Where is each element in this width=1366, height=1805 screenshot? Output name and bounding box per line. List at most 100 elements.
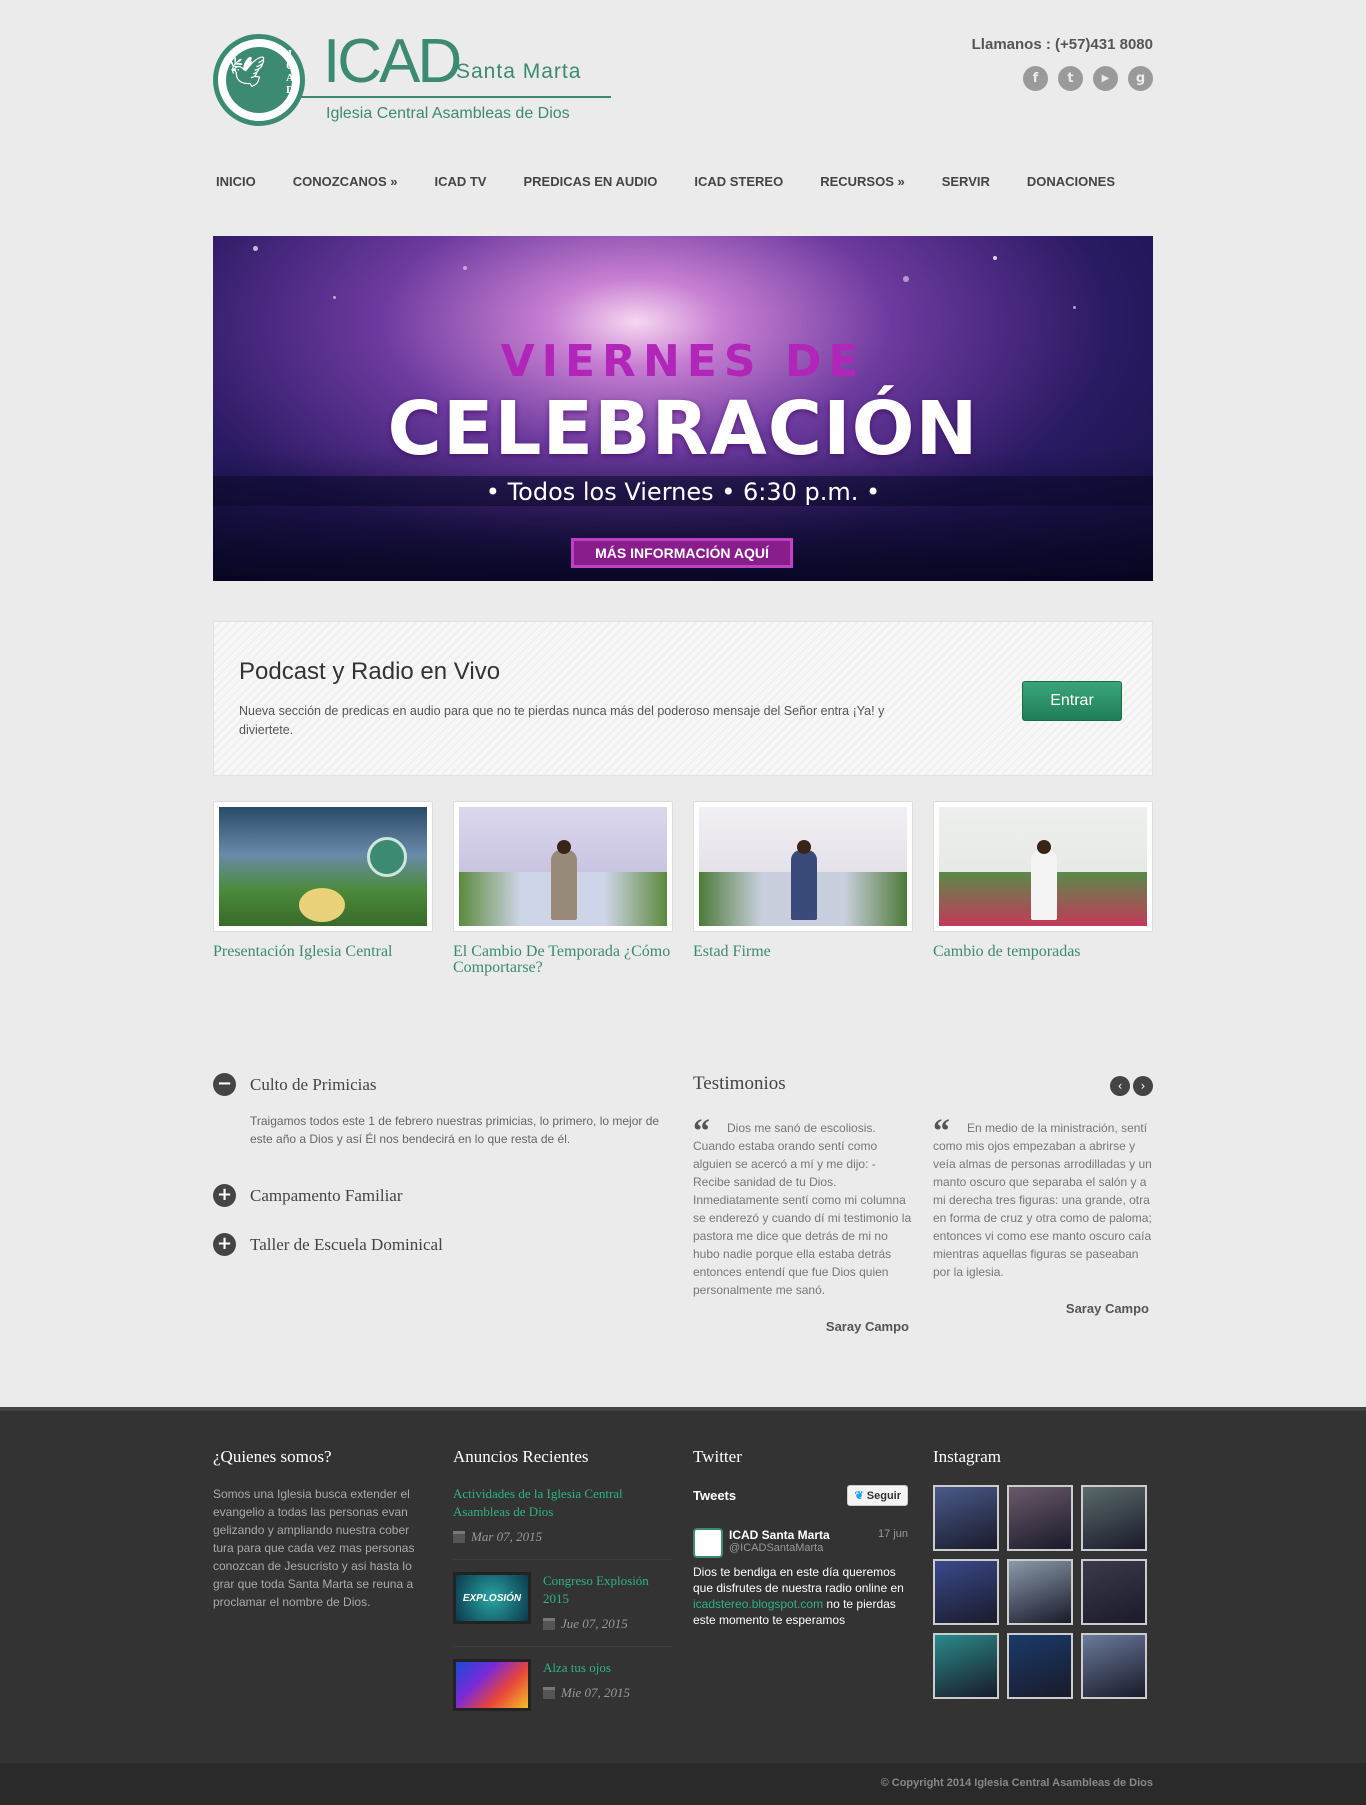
- testimonial-text: Dios me sanó de escoliosis. Cuando estab…: [693, 1121, 912, 1297]
- logo-city: Santa Marta: [456, 60, 582, 83]
- site-logo[interactable]: 🕊 ICAD ICAD Santa Marta Iglesia Central …: [213, 27, 613, 132]
- testimonial-author: Saray Campo: [1065, 1301, 1149, 1316]
- avatar[interactable]: [693, 1528, 723, 1558]
- twitter-icon[interactable]: t: [1058, 66, 1083, 91]
- nav-predicas-en-audio[interactable]: PREDICAS EN AUDIO: [523, 166, 657, 196]
- youtube-icon[interactable]: ▶: [1093, 66, 1118, 91]
- nav-donaciones[interactable]: DONACIONES: [1027, 166, 1115, 196]
- events-accordion: − Culto de Primicias Traigamos todos est…: [213, 1073, 668, 1282]
- nav-servir[interactable]: SERVIR: [942, 166, 990, 196]
- accordion-header[interactable]: + Campamento Familiar: [213, 1184, 668, 1207]
- footer-instagram: Instagram: [933, 1447, 1153, 1699]
- podcast-title: Podcast y Radio en Vivo: [239, 658, 501, 685]
- instagram-photo[interactable]: [1007, 1633, 1073, 1699]
- instagram-photo[interactable]: [1081, 1485, 1147, 1551]
- video-grid: Presentación Iglesia Central El Cambio D…: [213, 801, 1153, 976]
- announcement-thumbnail[interactable]: [453, 1659, 531, 1711]
- video-thumbnail[interactable]: [213, 801, 433, 932]
- tweet-link[interactable]: icadstereo.blogspot.com: [693, 1597, 823, 1611]
- google-plus-icon[interactable]: g: [1128, 66, 1153, 91]
- video-title[interactable]: El Cambio De Temporada ¿Cómo Comportarse…: [453, 944, 673, 976]
- tweet-text: Dios te bendiga en este día queremos que…: [693, 1565, 904, 1627]
- announcement-item[interactable]: Alza tus ojos Mie 07, 2015: [453, 1659, 673, 1725]
- logo-emblem: 🕊 ICAD: [213, 34, 305, 126]
- footer-twitter-title: Twitter: [693, 1447, 742, 1466]
- instagram-photo[interactable]: [1081, 1633, 1147, 1699]
- social-links: f t ▶ g: [1023, 66, 1153, 91]
- accordion-title[interactable]: Culto de Primicias: [250, 1075, 377, 1095]
- tweet: ICAD Santa Marta @ICADSantaMarta 17 jun: [693, 1528, 908, 1558]
- chevron-right-icon[interactable]: ›: [1133, 1076, 1153, 1096]
- chevron-left-icon[interactable]: ‹: [1110, 1076, 1130, 1096]
- nav-recursos[interactable]: RECURSOS »: [820, 166, 905, 196]
- accordion-header[interactable]: − Culto de Primicias: [213, 1073, 668, 1096]
- video-card[interactable]: El Cambio De Temporada ¿Cómo Comportarse…: [453, 801, 673, 976]
- video-card[interactable]: Cambio de temporadas: [933, 801, 1153, 976]
- nav-inicio[interactable]: INICIO: [213, 166, 256, 196]
- accordion-item: + Campamento Familiar: [213, 1184, 668, 1207]
- video-title[interactable]: Cambio de temporadas: [933, 944, 1153, 960]
- video-card[interactable]: Estad Firme: [693, 801, 913, 976]
- nav-icad-tv[interactable]: ICAD TV: [434, 166, 486, 196]
- video-title[interactable]: Estad Firme: [693, 944, 913, 960]
- announcement-item[interactable]: Actividades de la Iglesia Central Asambl…: [453, 1485, 673, 1560]
- instagram-photo[interactable]: [1007, 1559, 1073, 1625]
- testimonials-nav: ‹ ›: [1110, 1076, 1153, 1096]
- expand-icon[interactable]: +: [213, 1233, 236, 1256]
- hero-slider[interactable]: VIERNES DE CELEBRACIÓN • Todos los Viern…: [213, 236, 1153, 581]
- footer-about-text: Somos una Iglesia busca extender el evan…: [213, 1487, 415, 1609]
- slide-schedule: • Todos los Viernes • 6:30 p.m. •: [485, 478, 881, 506]
- copyright-bar: © Copyright 2014 Iglesia Central Asamble…: [0, 1763, 1366, 1805]
- logo-subtitle: Iglesia Central Asambleas de Dios: [326, 105, 570, 122]
- video-card[interactable]: Presentación Iglesia Central: [213, 801, 433, 976]
- announcement-title[interactable]: Alza tus ojos: [543, 1659, 630, 1677]
- instagram-photo[interactable]: [1007, 1485, 1073, 1551]
- copyright-text: © Copyright 2014 Iglesia Central Asamble…: [880, 1777, 1153, 1789]
- accordion-item: − Culto de Primicias Traigamos todos est…: [213, 1073, 668, 1148]
- podcast-description: Nueva sección de predicas en audio para …: [239, 704, 885, 737]
- instagram-photo[interactable]: [933, 1559, 999, 1625]
- instagram-photo[interactable]: [1081, 1559, 1147, 1625]
- twitter-follow-button[interactable]: ❦ Seguir: [847, 1485, 908, 1506]
- video-thumbnail[interactable]: [453, 801, 673, 932]
- logo-wordmark: ICAD: [323, 27, 462, 96]
- podcast-enter-button[interactable]: Entrar: [1022, 681, 1122, 721]
- video-thumbnail[interactable]: [693, 801, 913, 932]
- logo-rule: [301, 96, 611, 98]
- logo-badge-text: ICAD: [286, 48, 294, 96]
- main-nav: INICIO CONOZCANOS » ICAD TV PREDICAS EN …: [213, 166, 1153, 196]
- calendar-icon: [543, 1687, 555, 1699]
- expand-icon[interactable]: +: [213, 1184, 236, 1207]
- calendar-icon: [543, 1618, 555, 1630]
- testimonial-card: “ Dios me sanó de escoliosis. Cuando est…: [693, 1115, 913, 1335]
- instagram-grid: [933, 1485, 1153, 1699]
- tweet-author-name[interactable]: ICAD Santa Marta: [729, 1528, 830, 1542]
- announcement-date: Mar 07, 2015: [471, 1529, 543, 1544]
- video-title[interactable]: Presentación Iglesia Central: [213, 944, 433, 960]
- calendar-icon: [453, 1531, 465, 1543]
- accordion-title[interactable]: Campamento Familiar: [250, 1186, 403, 1206]
- site-footer: ¿Quienes somos? Somos una Iglesia busca …: [0, 1407, 1366, 1763]
- video-thumbnail[interactable]: [933, 801, 1153, 932]
- instagram-photo[interactable]: [933, 1485, 999, 1551]
- nav-icad-stereo[interactable]: ICAD STEREO: [694, 166, 783, 196]
- announcement-title[interactable]: Actividades de la Iglesia Central Asambl…: [453, 1485, 673, 1521]
- tweet-author-handle[interactable]: @ICADSantaMarta: [729, 1542, 830, 1554]
- footer-about: ¿Quienes somos? Somos una Iglesia busca …: [213, 1447, 433, 1611]
- facebook-icon[interactable]: f: [1023, 66, 1048, 91]
- accordion-body: Traigamos todos este 1 de febrero nuestr…: [250, 1114, 660, 1146]
- slide-more-info-button[interactable]: MÁS INFORMACIÓN AQUÍ: [571, 538, 793, 568]
- nav-conozcanos[interactable]: CONOZCANOS »: [293, 166, 398, 196]
- accordion-title[interactable]: Taller de Escuela Dominical: [250, 1235, 443, 1255]
- quote-icon: “: [693, 1113, 710, 1150]
- accordion-header[interactable]: + Taller de Escuela Dominical: [213, 1233, 668, 1256]
- announcement-date: Jue 07, 2015: [561, 1616, 628, 1631]
- announcement-title[interactable]: Congreso Explosión 2015: [543, 1572, 673, 1608]
- tweet-date[interactable]: 17 jun: [878, 1528, 908, 1558]
- collapse-icon[interactable]: −: [213, 1073, 236, 1096]
- twitter-bird-icon: ❦: [854, 1490, 864, 1502]
- announcement-thumbnail[interactable]: EXPLOSIÓN: [453, 1572, 531, 1624]
- quote-icon: “: [933, 1113, 950, 1150]
- announcement-item[interactable]: EXPLOSIÓN Congreso Explosión 2015 Jue 07…: [453, 1572, 673, 1647]
- instagram-photo[interactable]: [933, 1633, 999, 1699]
